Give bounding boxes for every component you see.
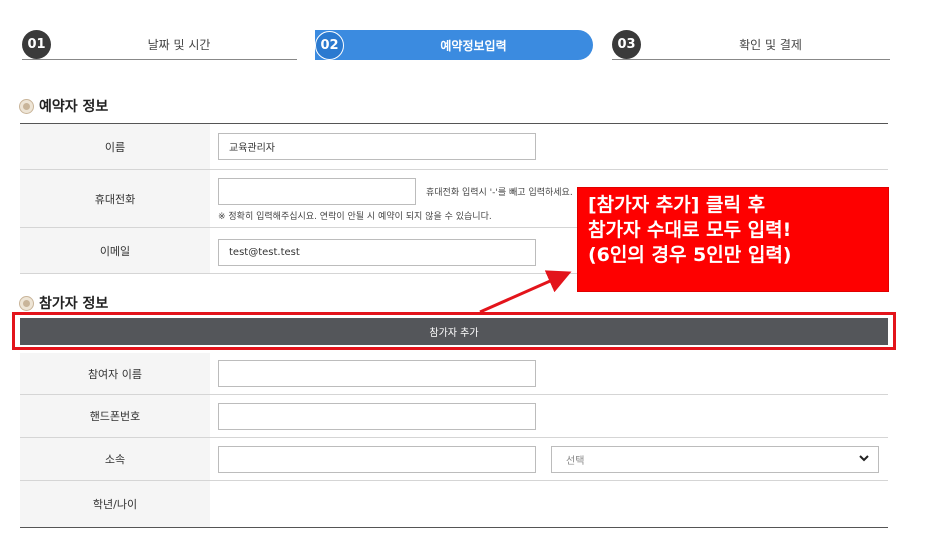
participant-phone-label: 핸드폰번호 [20,395,210,437]
step-3: 03 확인 및 결제 [612,30,890,60]
participant-table: 참여자 이름 핸드폰번호 소속 선택 학년/나이 [20,353,888,528]
step-2-label: 예약정보입력 [440,38,507,53]
org-select[interactable]: 선택 [551,446,879,473]
circle-bullet-icon [20,99,33,113]
step-1-label: 날짜 및 시간 [147,38,211,52]
participant-grade-row: 학년/나이 [20,481,888,528]
phone-input[interactable] [218,178,416,205]
email-label: 이메일 [20,228,210,273]
participant-name-row: 참여자 이름 [20,353,888,395]
participant-name-input[interactable] [218,360,536,387]
chevron-down-icon [858,452,870,467]
highlight-frame [12,312,896,350]
circle-bullet-icon [20,296,33,310]
org-select-value: 선택 [566,456,585,467]
phone-label: 휴대전화 [20,170,210,227]
callout-line-3: (6인의 경우 5인만 입력) [588,244,792,266]
participant-name-label: 참여자 이름 [20,353,210,394]
org-input[interactable] [218,446,536,473]
participant-phone-row: 핸드폰번호 [20,395,888,438]
step-3-number: 03 [612,30,641,59]
progress-steps: 01 날짜 및 시간 02 예약정보입력 03 확인 및 결제 [0,0,925,62]
participant-section-title: 참가자 정보 [20,293,108,313]
callout-line-2: 참가자 수대로 모두 입력! [588,219,792,241]
participant-phone-input[interactable] [218,403,536,430]
name-input[interactable]: 교육관리자 [218,133,536,160]
step-3-label: 확인 및 결제 [739,38,802,52]
step-1: 01 날짜 및 시간 [22,30,297,60]
reserver-title-text: 예약자 정보 [39,99,109,115]
participant-title-text: 참가자 정보 [39,296,109,312]
phone-hint: 휴대전화 입력시 '-'를 빼고 입력하세요. [426,188,573,198]
step-2-active: 02 예약정보입력 [315,30,593,60]
grade-label: 학년/나이 [20,481,210,527]
instruction-callout: [참가자 추가] 클릭 후 참가자 수대로 모두 입력! (6인의 경우 5인만… [577,187,889,292]
step-1-number: 01 [22,30,51,59]
callout-line-1: [참가자 추가] 클릭 후 [588,194,766,216]
email-input[interactable]: test@test.test [218,239,536,266]
phone-notice: ※ 정확히 입력해주십시요. 연락이 안될 시 예약이 되지 않을 수 있습니다… [218,212,492,222]
org-label: 소속 [20,438,210,480]
step-2-number: 02 [315,30,344,60]
reserver-section-title: 예약자 정보 [20,96,108,116]
name-label: 이름 [20,124,210,169]
participant-org-row: 소속 선택 [20,438,888,481]
reserver-name-row: 이름 교육관리자 [20,124,888,170]
